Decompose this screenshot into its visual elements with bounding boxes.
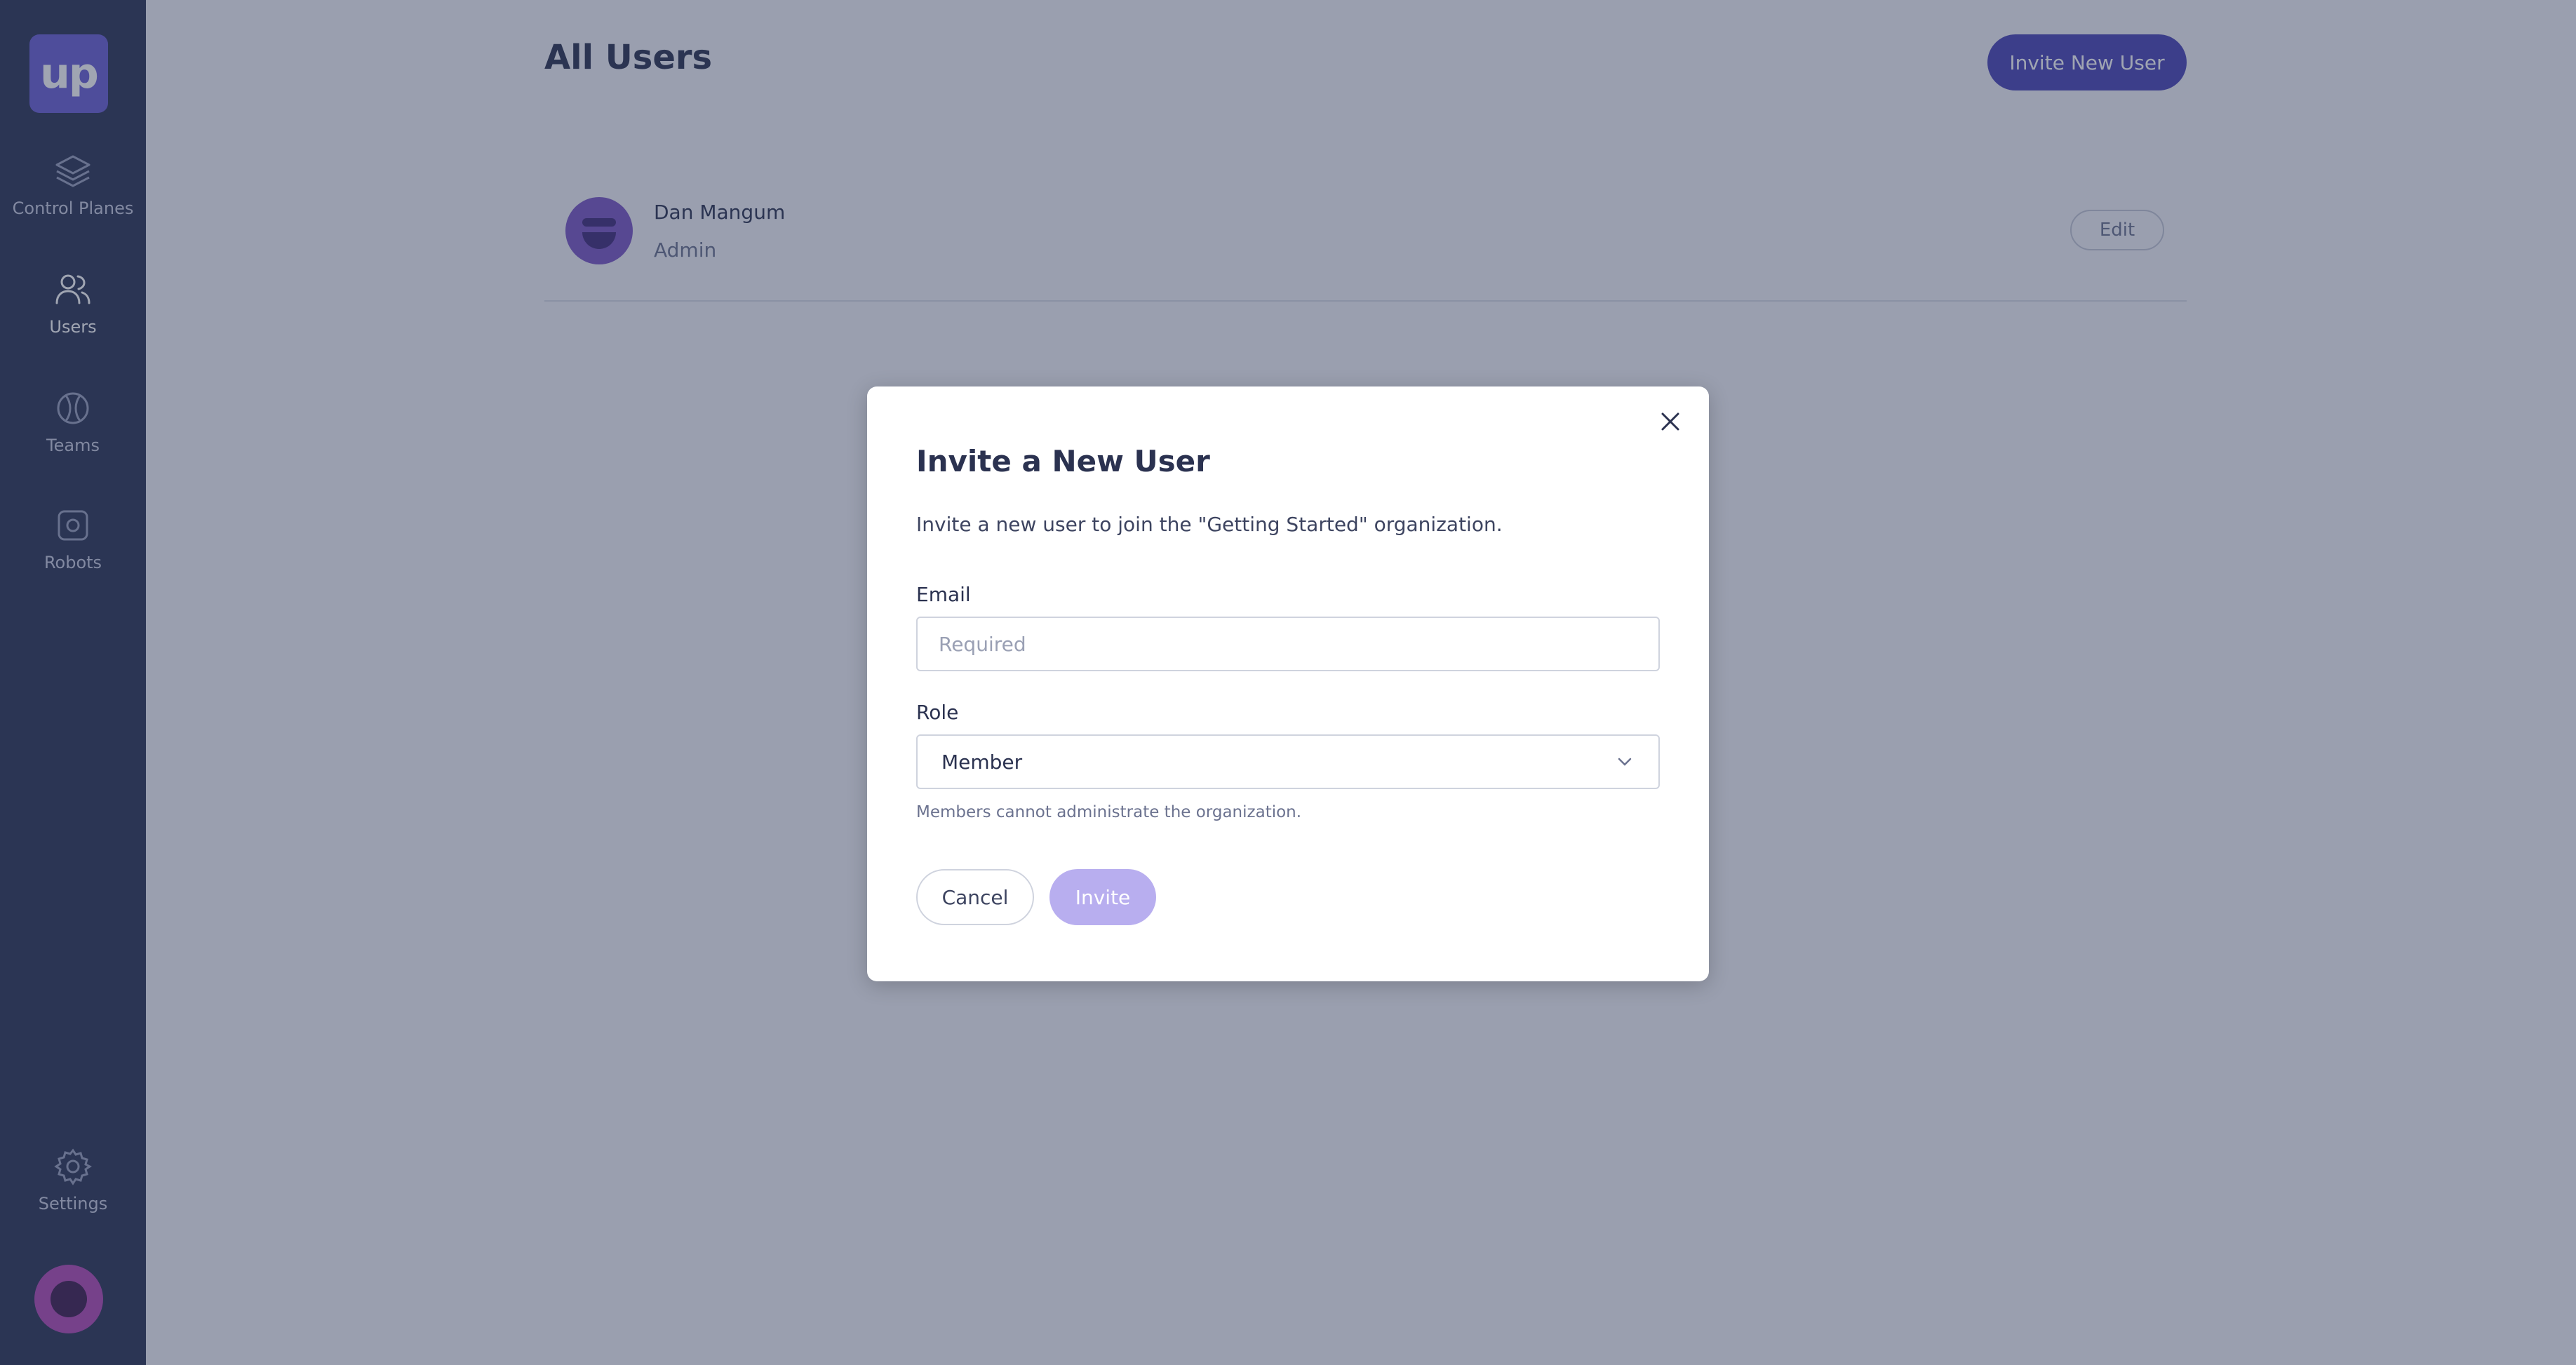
- dialog-description: Invite a new user to join the "Getting S…: [916, 513, 1503, 536]
- invite-user-dialog: Invite a New User Invite a new user to j…: [867, 386, 1709, 981]
- cancel-button[interactable]: Cancel: [916, 869, 1034, 925]
- email-field[interactable]: [916, 617, 1660, 671]
- dialog-title: Invite a New User: [916, 444, 1210, 478]
- close-icon[interactable]: [1656, 408, 1684, 436]
- invite-button[interactable]: Invite: [1049, 869, 1156, 925]
- role-helper-text: Members cannot administrate the organiza…: [916, 803, 1302, 821]
- chevron-down-icon: [1618, 758, 1632, 766]
- role-select[interactable]: Member: [916, 734, 1660, 789]
- role-select-value: Member: [941, 750, 1023, 774]
- role-label: Role: [916, 701, 959, 724]
- email-label: Email: [916, 583, 971, 606]
